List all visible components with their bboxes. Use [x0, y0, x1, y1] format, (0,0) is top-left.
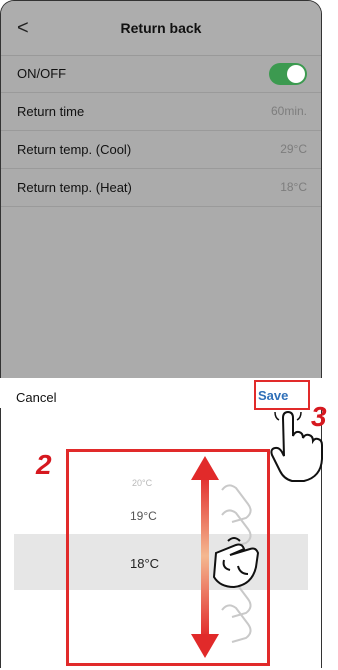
annotation-overlay [191, 410, 323, 658]
hand-pointer-icon [212, 537, 260, 589]
hand-tap-icon [270, 410, 323, 482]
